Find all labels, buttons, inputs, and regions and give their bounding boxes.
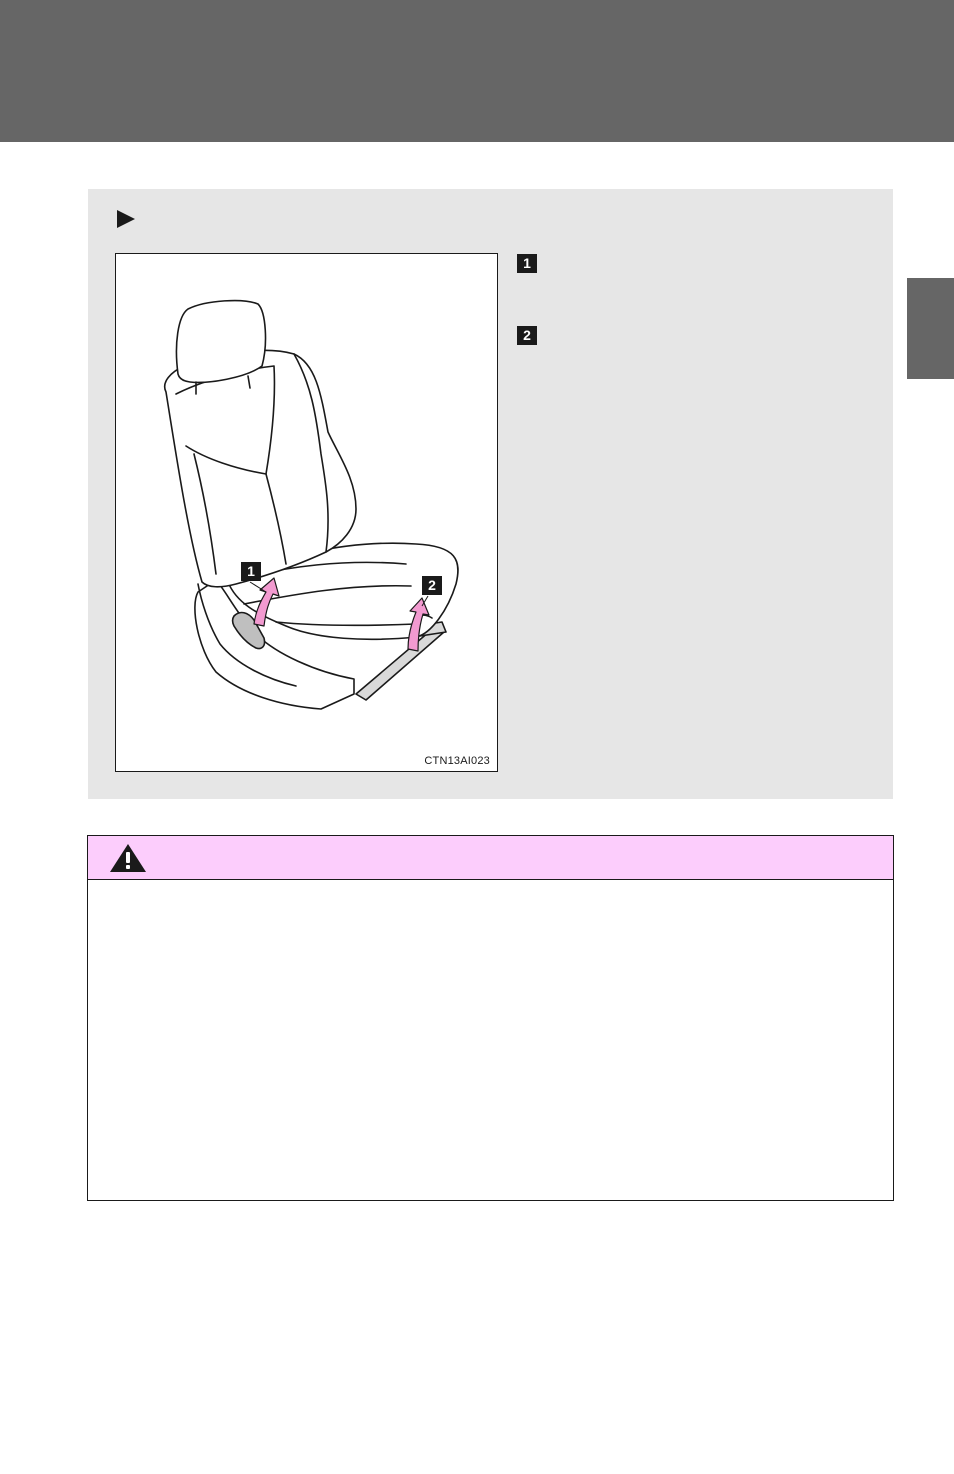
figure-callout-1: 1	[241, 562, 261, 581]
warning-triangle-icon	[110, 844, 146, 872]
section-tab	[907, 278, 954, 379]
seat-illustration: 1 2 CTN13AI023	[115, 253, 498, 772]
figure-callout-2: 2	[422, 576, 442, 595]
warning-header	[88, 836, 893, 880]
seat-drawing	[164, 299, 459, 710]
warning-box	[87, 835, 894, 1201]
page-header-bar	[0, 0, 954, 142]
figure-code: CTN13AI023	[424, 755, 490, 767]
list-item-2-badge: 2	[517, 326, 537, 345]
list-item-1-badge: 1	[517, 254, 537, 273]
triangle-right-icon	[117, 210, 135, 228]
